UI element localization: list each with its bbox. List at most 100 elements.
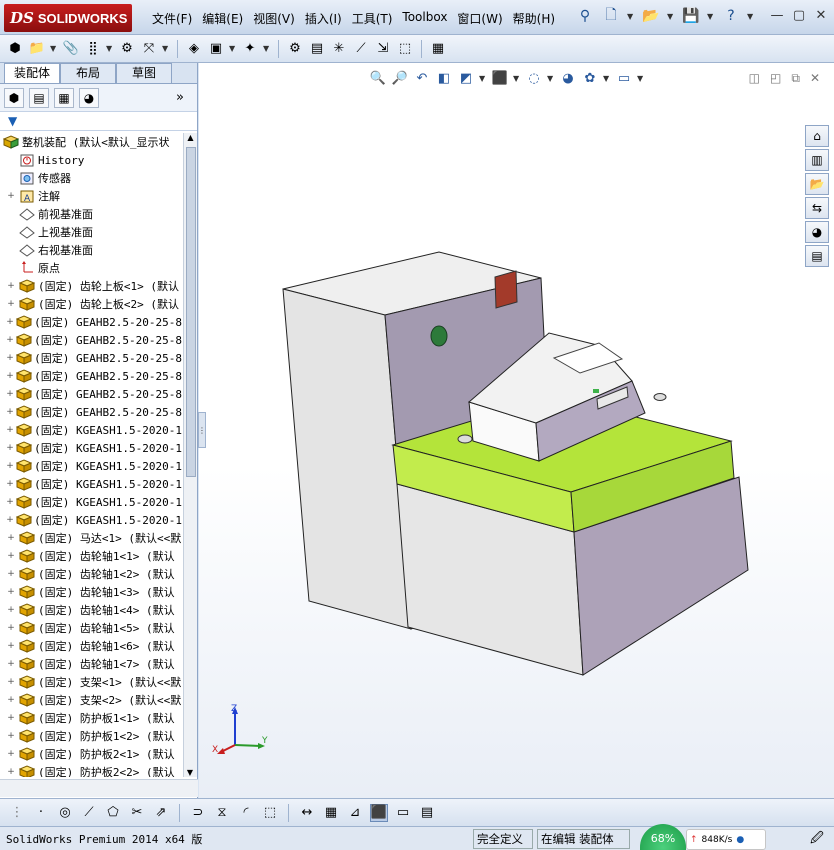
refresh-icon[interactable]: ● [736,835,744,845]
tree-item[interactable]: + (固定) KGEASH1.5-2020-1 [0,475,182,493]
tree-horizontal-scrollbar[interactable] [0,779,198,797]
expand-icon[interactable]: + [6,371,14,381]
tree-item[interactable]: 前视基准面 [0,205,182,223]
grid-icon[interactable]: ▦ [322,804,340,822]
display-manager-icon[interactable]: ◕ [79,87,99,108]
snapshot-icon[interactable]: ▦ [429,40,447,58]
tree-filter[interactable]: ▼ [0,112,197,131]
chevron-down-icon[interactable]: ▼ [707,12,715,21]
filter-icon[interactable]: ▼ [8,114,17,128]
new-part-icon[interactable]: 📁 [28,40,46,58]
menu-tools[interactable]: 工具(T) [350,10,401,27]
tree-item[interactable]: 右视基准面 [0,241,182,259]
smart-fasteners-icon[interactable]: ⚙ [118,40,136,58]
construction-icon[interactable]: ⬚ [261,804,279,822]
more-panels-icon[interactable]: » [176,90,184,105]
rebuild-icon[interactable]: 🖉 [810,829,824,850]
line-icon[interactable]: ⟋ [80,804,98,822]
tree-item[interactable]: + (固定) 齿轮轴1<2> (默认 [0,565,182,583]
tree-item[interactable]: + (固定) GEAHB2.5-20-25-8 [0,313,182,331]
reference-geometry-icon[interactable]: ✦ [241,40,259,58]
tab-sketch[interactable]: 草图 [116,63,172,83]
explode-line-icon[interactable]: ⟋ [352,40,370,58]
expand-icon[interactable]: + [6,299,16,309]
show-hidden-icon[interactable]: ◈ [185,40,203,58]
tree-item[interactable]: + (固定) 支架<2> (默认<<默 [0,691,182,709]
speedpak-icon[interactable]: ⬚ [396,40,414,58]
expand-icon[interactable]: + [6,641,16,651]
expand-icon[interactable]: + [6,569,16,579]
fillet-icon[interactable]: ◜ [237,804,255,822]
tree-item[interactable]: + (固定) 防护板1<2> (默认 [0,727,182,745]
help-icon[interactable]: ? [721,6,741,26]
scroll-down-icon[interactable]: ▼ [184,768,196,777]
extend-icon[interactable]: ⇗ [152,804,170,822]
tab-assembly[interactable]: 装配体 [4,63,60,83]
menu-insert[interactable]: 插入(I) [303,10,350,27]
tree-item[interactable]: + (固定) GEAHB2.5-20-25-8 [0,385,182,403]
menu-edit[interactable]: 编辑(E) [200,10,251,27]
assembly-model[interactable] [282,251,749,676]
tree-item[interactable]: + (固定) 防护板1<1> (默认 [0,709,182,727]
tree-item[interactable]: + (固定) GEAHB2.5-20-25-8 [0,367,182,385]
chevron-down-icon[interactable]: ▼ [667,12,675,21]
chevron-down-icon[interactable]: ▼ [106,44,114,53]
tree-item[interactable]: + A 注解 [0,187,182,205]
tree-item[interactable]: + (固定) GEAHB2.5-20-25-8 [0,403,182,421]
tree-item[interactable]: + (固定) 防护板2<1> (默认 [0,745,182,763]
expand-icon[interactable]: + [6,443,14,453]
chevron-down-icon[interactable]: ▼ [162,44,170,53]
view-palette-icon[interactable]: ⇆ [805,197,829,219]
expand-icon[interactable]: + [6,335,14,345]
table-icon[interactable]: ▤ [418,804,436,822]
polygon-icon[interactable]: ⬠ [104,804,122,822]
expand-icon[interactable]: + [6,497,14,507]
3d-view-icon[interactable]: ⬛ [370,803,388,822]
tree-item[interactable]: + (固定) 支架<1> (默认<<默 [0,673,182,691]
new-motion-study-icon[interactable]: ⚙ [286,40,304,58]
tree-item[interactable]: + (固定) 齿轮轴1<7> (默认 [0,655,182,673]
expand-icon[interactable]: + [6,659,16,669]
tree-item[interactable]: 上视基准面 [0,223,182,241]
menu-help[interactable]: 帮助(H) [511,10,563,27]
tree-vertical-scrollbar[interactable]: ▲ ▼ [183,133,197,777]
tree-item[interactable]: + (固定) 齿轮上板<2> (默认 [0,295,182,313]
model-viewport[interactable] [199,63,834,798]
tree-item[interactable]: + (固定) KGEASH1.5-2020-1 [0,493,182,511]
file-explorer-icon[interactable]: 📂 [805,173,829,195]
menu-view[interactable]: 视图(V) [251,10,303,27]
tree-item[interactable]: + (固定) 齿轮轴1<3> (默认 [0,583,182,601]
new-document-icon[interactable]: 🗋 [601,6,621,26]
tree-item[interactable]: + (固定) 防护板2<2> (默认 [0,763,182,777]
tree-item[interactable]: + (固定) KGEASH1.5-2020-1 [0,439,182,457]
tree-item[interactable]: 原点 [0,259,182,277]
expand-icon[interactable]: + [6,731,16,741]
circle-icon[interactable]: ◎ [56,804,74,822]
tree-item[interactable]: 传感器 [0,169,182,187]
feature-manager-icon[interactable]: ⬢ [4,87,24,108]
configuration-manager-icon[interactable]: ▦ [54,87,74,108]
instant3d-icon[interactable]: ⇲ [374,40,392,58]
expand-icon[interactable]: + [6,551,16,561]
custom-properties-icon[interactable]: ▤ [805,245,829,267]
tree-item[interactable]: + (固定) GEAHB2.5-20-25-8 [0,331,182,349]
mirror-icon[interactable]: ⧖ [213,804,231,822]
tree-item[interactable]: + (固定) 马达<1> (默认<<默 [0,529,182,547]
chevron-down-icon[interactable]: ▼ [50,44,58,53]
expand-icon[interactable]: + [6,461,14,471]
linear-pattern-icon[interactable]: ⣿ [84,40,102,58]
expand-icon[interactable]: + [6,389,14,399]
expand-icon[interactable]: + [6,587,16,597]
solidworks-resources-icon[interactable]: ⌂ [805,125,829,147]
expand-icon[interactable]: + [6,425,14,435]
dimension-icon[interactable]: ↔ [298,804,316,822]
menu-file[interactable]: 文件(F) [150,10,200,27]
expand-icon[interactable]: + [6,749,16,759]
scroll-up-icon[interactable]: ▲ [184,133,197,145]
chevron-down-icon[interactable]: ▼ [747,12,755,21]
scroll-thumb[interactable] [186,147,196,477]
tree-item[interactable]: + (固定) 齿轮轴1<1> (默认 [0,547,182,565]
assembly-features-icon[interactable]: ▣ [207,40,225,58]
tree-item[interactable]: + (固定) KGEASH1.5-2020-1 [0,421,182,439]
tree-item[interactable]: + (固定) 齿轮轴1<4> (默认 [0,601,182,619]
